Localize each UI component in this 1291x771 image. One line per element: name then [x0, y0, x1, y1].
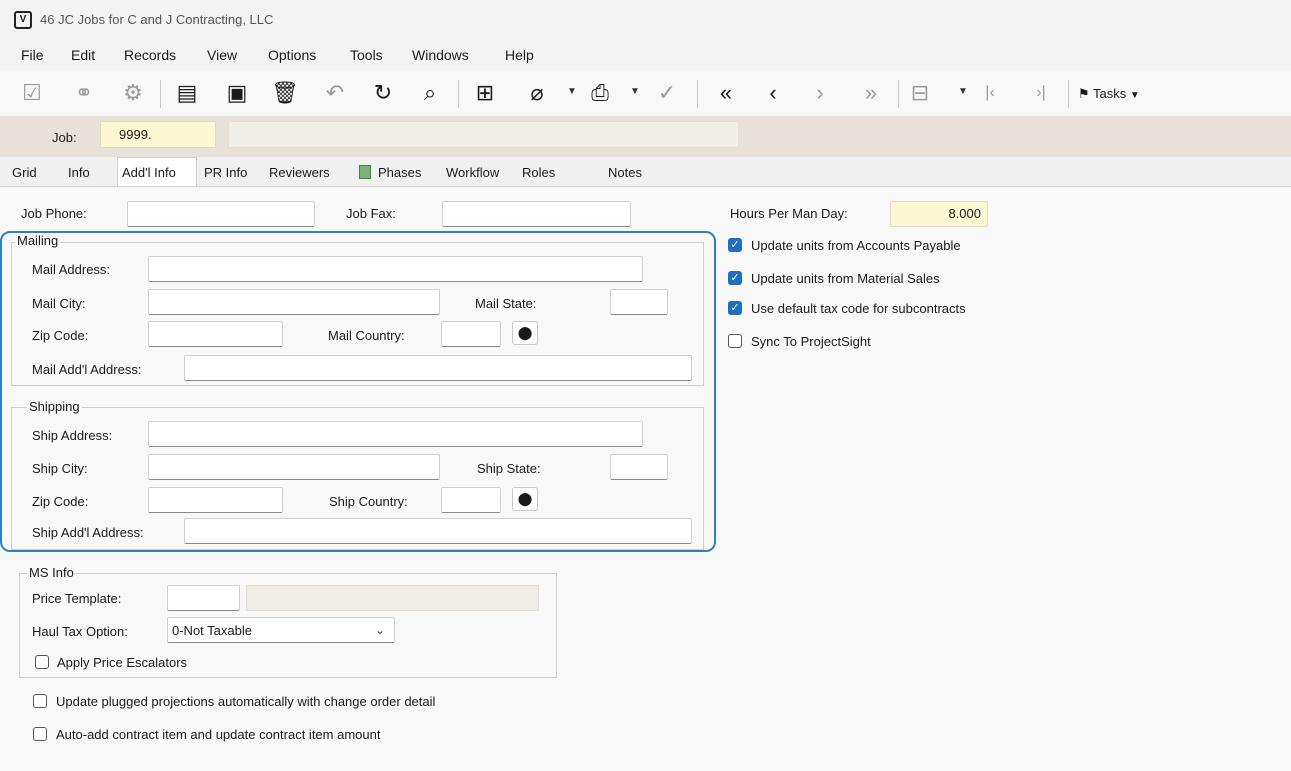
update-units-ms-label: Update units from Material Sales — [751, 271, 940, 286]
job-number-input[interactable]: 9999. — [100, 121, 216, 148]
job-phone-input[interactable] — [127, 201, 315, 227]
update-units-ap-label: Update units from Accounts Payable — [751, 238, 961, 253]
tab-phases-label: Phases — [378, 165, 422, 180]
menu-options[interactable]: Options — [268, 47, 316, 63]
binoculars-icon[interactable]: ⚭ — [69, 78, 99, 108]
update-units-ap-checkbox[interactable]: ✓ — [728, 238, 742, 252]
last-record-icon[interactable]: » — [856, 78, 886, 108]
end-record-icon[interactable]: ›| — [1026, 78, 1056, 108]
tab-addl-info[interactable]: Add'l Info — [117, 157, 197, 186]
spellcheck-icon[interactable]: ✓ — [652, 78, 682, 108]
menu-view[interactable]: View — [207, 47, 237, 63]
hours-per-man-day-input[interactable]: 8.000 — [890, 201, 988, 227]
tasks-dropdown-icon: ▼ — [1129, 90, 1140, 101]
print-icon[interactable]: ⎙ — [585, 78, 615, 108]
address-highlight-frame — [0, 231, 716, 552]
menu-bar — [0, 40, 1291, 70]
start-record-icon[interactable]: |‹ — [975, 78, 1005, 108]
refresh-icon[interactable]: ↻ — [368, 78, 398, 108]
attachment-dropdown-icon[interactable]: ▼ — [567, 86, 577, 97]
tab-info[interactable]: Info — [64, 160, 94, 186]
hours-per-man-day-label: Hours Per Man Day: — [730, 206, 848, 221]
job-phone-label: Job Phone: — [21, 206, 87, 221]
attachment-paperclip-icon[interactable]: ⌀ — [522, 78, 552, 108]
next-record-icon[interactable]: › — [805, 78, 835, 108]
menu-records[interactable]: Records — [124, 47, 176, 63]
print-dropdown-icon[interactable]: ▼ — [630, 86, 640, 97]
auto-add-contract-item-checkbox[interactable] — [33, 727, 47, 741]
settings-gear-icon[interactable]: ⚙ — [118, 78, 148, 108]
tab-notes[interactable]: Notes — [604, 160, 646, 186]
calculator-icon[interactable]: ⊞ — [470, 78, 500, 108]
tab-roles[interactable]: Roles — [518, 160, 559, 186]
haul-tax-label: Haul Tax Option: — [32, 624, 128, 639]
sync-projectsight-label: Sync To ProjectSight — [751, 334, 871, 349]
ms-info-legend: MS Info — [27, 565, 76, 580]
update-plugged-projections-label: Update plugged projections automatically… — [56, 694, 436, 709]
edit-check-icon[interactable]: ☑ — [17, 78, 47, 108]
tab-phases[interactable]: Phases — [355, 160, 425, 186]
update-plugged-projections-checkbox[interactable] — [33, 694, 47, 708]
previous-record-icon[interactable]: ‹ — [758, 78, 788, 108]
first-record-icon[interactable]: « — [711, 78, 741, 108]
menu-tools[interactable]: Tools — [350, 47, 383, 63]
tab-grid[interactable]: Grid — [8, 160, 41, 186]
job-fax-input[interactable] — [442, 201, 631, 227]
job-label: Job: — [52, 130, 77, 145]
undo-icon[interactable]: ↶ — [320, 78, 350, 108]
phases-icon — [359, 165, 371, 179]
grid-view-icon[interactable]: ⊟ — [905, 78, 935, 108]
sync-projectsight-checkbox[interactable] — [728, 334, 742, 348]
price-template-label: Price Template: — [32, 591, 122, 606]
search-icon[interactable]: ⌕ — [415, 78, 445, 108]
apply-price-escalators-checkbox[interactable] — [35, 655, 49, 669]
auto-add-contract-item-label: Auto-add contract item and update contra… — [56, 727, 381, 742]
tab-reviewers[interactable]: Reviewers — [265, 160, 334, 186]
update-units-ms-checkbox[interactable]: ✓ — [728, 271, 742, 285]
menu-help[interactable]: Help — [505, 47, 534, 63]
toolbar-separator — [697, 80, 698, 108]
tab-workflow[interactable]: Workflow — [442, 160, 503, 186]
delete-trash-icon[interactable]: 🗑 — [270, 78, 300, 108]
app-icon: V — [14, 11, 32, 29]
tab-pr-info[interactable]: PR Info — [200, 160, 251, 186]
job-description-field — [228, 121, 739, 148]
toolbar-separator — [458, 80, 459, 108]
chevron-down-icon[interactable]: ⌄ — [375, 623, 385, 637]
toolbar-separator — [160, 80, 161, 108]
haul-tax-select[interactable]: 0-Not Taxable — [167, 617, 395, 643]
default-tax-code-checkbox[interactable]: ✓ — [728, 301, 742, 315]
tasks-label: Tasks — [1093, 86, 1127, 101]
default-tax-code-label: Use default tax code for subcontracts — [751, 301, 966, 316]
price-template-input[interactable] — [167, 585, 240, 611]
price-template-description — [246, 585, 539, 611]
window-title: 46 JC Jobs for C and J Contracting, LLC — [40, 12, 274, 27]
menu-edit[interactable]: Edit — [71, 47, 95, 63]
toolbar-separator — [898, 80, 899, 108]
save-icon[interactable]: ▣ — [222, 78, 252, 108]
tasks-menu-button[interactable]: ⚑ Tasks ▼ — [1078, 86, 1140, 102]
apply-price-escalators-label: Apply Price Escalators — [57, 655, 188, 670]
flag-icon: ⚑ — [1078, 86, 1090, 101]
job-fax-label: Job Fax: — [346, 206, 396, 221]
toolbar-separator — [1068, 80, 1069, 108]
new-record-icon[interactable]: ▤ — [172, 78, 202, 108]
menu-file[interactable]: File — [21, 47, 44, 63]
menu-windows[interactable]: Windows — [412, 47, 469, 63]
grid-view-dropdown-icon[interactable]: ▼ — [958, 86, 968, 97]
